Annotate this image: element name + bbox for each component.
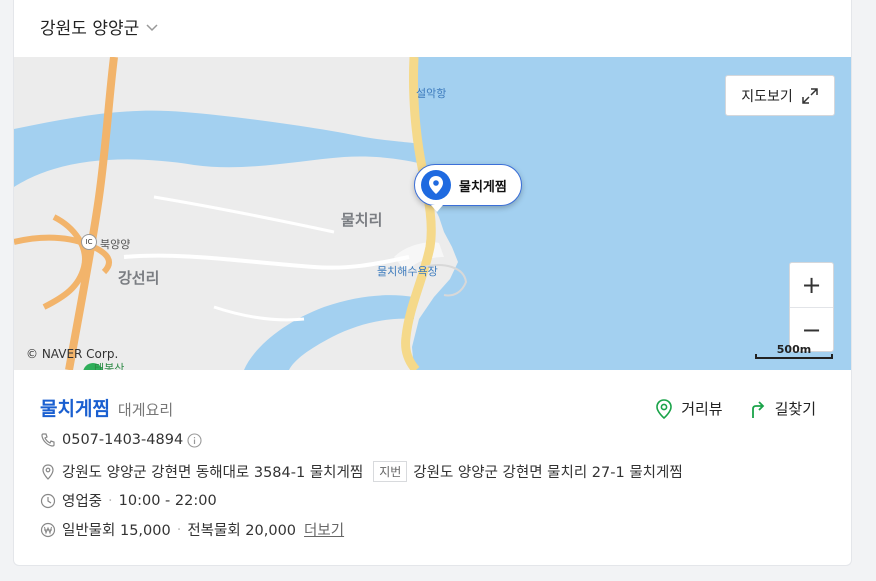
won-icon bbox=[40, 522, 56, 537]
place-category: 대게요리 bbox=[117, 401, 174, 419]
directions-icon bbox=[751, 400, 764, 418]
menu-item-2: 전복물회 20,000 bbox=[187, 523, 297, 539]
phone-icon bbox=[41, 433, 55, 447]
business-status: 영업중 bbox=[62, 494, 103, 510]
map-label-ic: 북양양 bbox=[100, 238, 131, 251]
business-hours: 10:00 - 22:00 bbox=[118, 492, 217, 509]
map-scale: 500m bbox=[753, 343, 835, 361]
place-name[interactable]: 물치게찜 bbox=[40, 394, 110, 421]
map-label-district: 강선리 bbox=[118, 269, 160, 287]
clock-icon bbox=[40, 493, 56, 508]
menu-row: 일반물회 15,000 · 전복물회 20,000 더보기 bbox=[40, 519, 344, 540]
separator-dot: · bbox=[108, 492, 113, 509]
address-row: 강원도 양양군 강현면 동해대로 3584-1 물치게찜 지번 강원도 양양군 … bbox=[40, 461, 683, 482]
map-label-port: 설악항 bbox=[416, 87, 447, 100]
zoom-controls: + − bbox=[789, 262, 834, 352]
street-view-label: 거리뷰 bbox=[681, 400, 723, 418]
view-map-label: 지도보기 bbox=[741, 88, 793, 105]
location-pin-icon bbox=[421, 170, 451, 200]
separator-dot: · bbox=[176, 521, 182, 538]
expand-icon bbox=[802, 87, 818, 104]
place-actions: 거리뷰 길찾기 bbox=[629, 398, 816, 419]
place-info: 물치게찜 대게요리 거리뷰 길찾기 0507-1403-4894 강원도 양양군… bbox=[14, 370, 851, 565]
zoom-in-button[interactable]: + bbox=[790, 263, 833, 307]
street-view-button[interactable]: 거리뷰 bbox=[655, 398, 723, 419]
street-view-icon bbox=[656, 398, 672, 419]
info-icon[interactable] bbox=[187, 432, 202, 448]
lot-address-tag: 지번 bbox=[373, 461, 408, 482]
menu-item-1: 일반물회 15,000 bbox=[62, 523, 171, 539]
location-icon bbox=[42, 463, 54, 480]
view-map-button[interactable]: 지도보기 bbox=[725, 75, 835, 116]
directions-label: 길찾기 bbox=[774, 400, 816, 418]
map-label-mountain: 태봉산 bbox=[94, 362, 125, 370]
place-marker[interactable]: 물치게찜 bbox=[414, 164, 522, 212]
chevron-down-icon bbox=[146, 23, 158, 31]
hours-row: 영업중 · 10:00 - 22:00 bbox=[40, 490, 217, 511]
title-row: 물치게찜 대게요리 bbox=[40, 394, 173, 421]
more-link[interactable]: 더보기 bbox=[304, 519, 344, 540]
map-view[interactable]: 설악항 물치리 북양양 IC 강선리 물치해수욕장 태봉산 물치게찜 지도보기 … bbox=[14, 57, 851, 370]
region-label: 강원도 양양군 bbox=[40, 19, 140, 39]
map-label-beach: 물치해수욕장 bbox=[377, 265, 438, 278]
ic-badge: IC bbox=[81, 234, 97, 250]
phone-row: 0507-1403-4894 bbox=[40, 432, 202, 448]
map-copyright: © NAVER Corp. bbox=[26, 347, 119, 361]
marker-label: 물치게찜 bbox=[459, 179, 507, 195]
region-selector[interactable]: 강원도 양양군 bbox=[40, 14, 159, 39]
place-card: 강원도 양양군 설악항 물치리 북양양 IC 강선리 물치해수욕장 태봉산 물치… bbox=[13, 0, 852, 566]
map-label-village: 물치리 bbox=[341, 211, 383, 229]
lot-address: 강원도 양양군 강현면 물치리 27-1 물치게찜 bbox=[413, 465, 683, 481]
road-address: 강원도 양양군 강현면 동해대로 3584-1 물치게찜 bbox=[62, 465, 364, 481]
scale-bar bbox=[755, 354, 833, 359]
directions-button[interactable]: 길찾기 bbox=[749, 398, 816, 419]
phone-number[interactable]: 0507-1403-4894 bbox=[62, 432, 183, 448]
